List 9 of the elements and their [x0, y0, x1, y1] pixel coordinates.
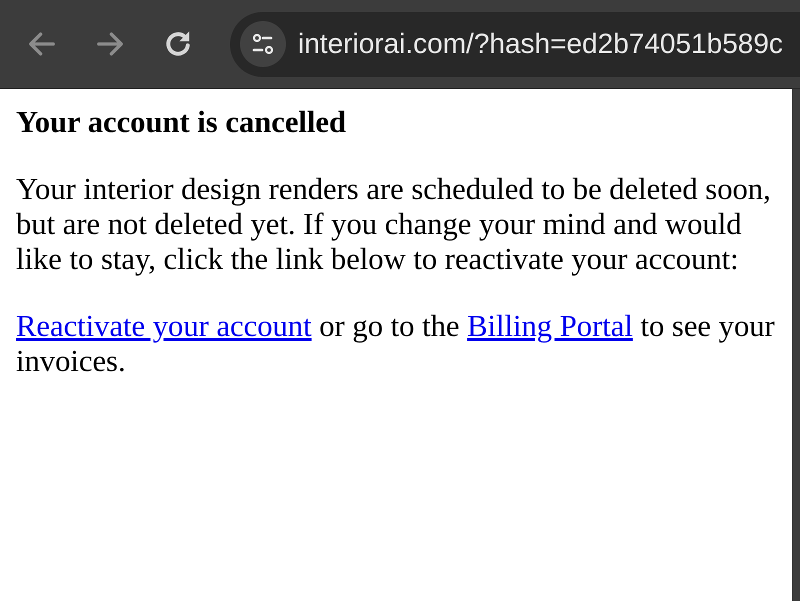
url-text: interiorai.com/?hash=ed2b74051b589c [298, 27, 783, 61]
text-link[interactable]: Reactivate your account [16, 309, 312, 343]
text-link[interactable]: Billing Portal [467, 309, 633, 343]
address-bar[interactable]: interiorai.com/?hash=ed2b74051b589c [230, 12, 800, 76]
site-settings-icon[interactable] [240, 21, 286, 67]
page-heading: Your account is cancelled [16, 105, 346, 140]
reload-icon[interactable] [164, 31, 192, 57]
message-paragraph: Your interior design renders are scheduled to be deleted soon, but are not deleted yet. If you change your mind and would like to stay, click the link below to reactivate your account: [16, 172, 772, 277]
links-paragraph: Reactivate your account or go to the Billing Portal to see your invoices. [16, 309, 776, 379]
